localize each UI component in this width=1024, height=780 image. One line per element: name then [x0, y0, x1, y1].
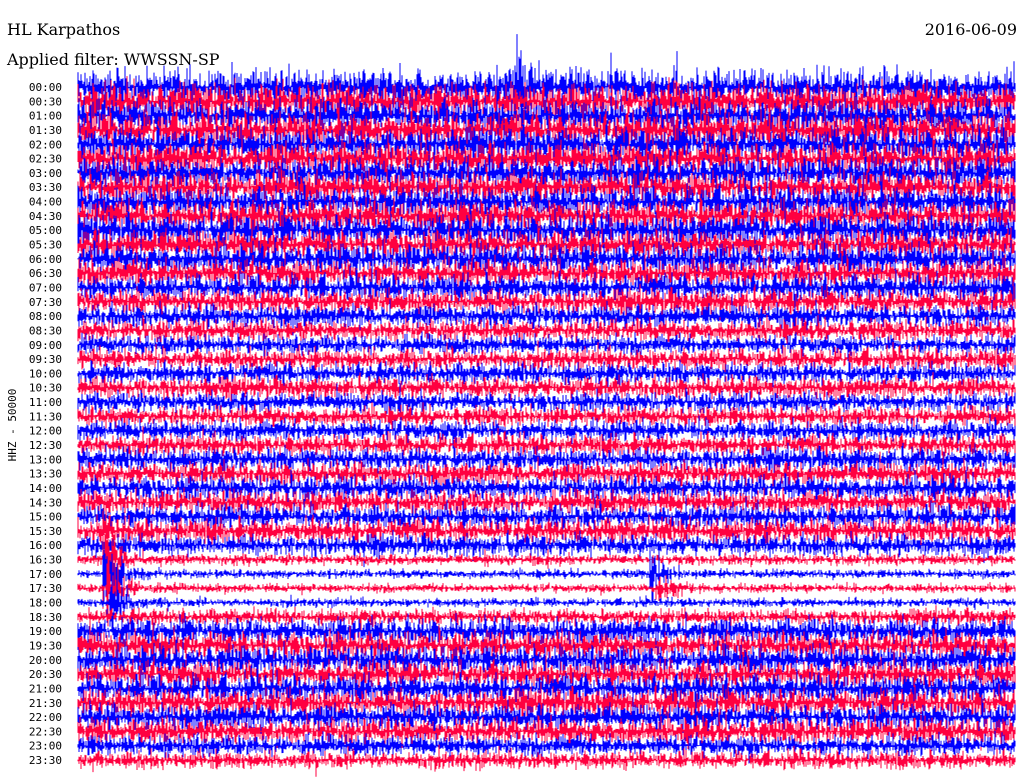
row-time-label: 19:30: [29, 639, 62, 652]
row-time-label: 07:30: [29, 296, 62, 309]
row-time-label: 04:30: [29, 210, 62, 223]
row-time-label: 01:00: [29, 110, 62, 123]
row-time-label: 22:00: [29, 711, 62, 724]
row-time-label: 12:30: [29, 439, 62, 452]
row-time-label: 01:30: [29, 124, 62, 137]
row-time-label: 11:00: [29, 396, 62, 409]
row-time-label: 18:00: [29, 597, 62, 610]
row-time-label: 16:00: [29, 539, 62, 552]
row-time-label: 10:30: [29, 382, 62, 395]
row-time-label: 03:00: [29, 167, 62, 180]
row-time-label: 07:00: [29, 281, 62, 294]
row-time-label: 08:30: [29, 324, 62, 337]
row-time-label: 18:30: [29, 611, 62, 624]
seismic-trace-1700: [77, 544, 1016, 623]
row-time-label: 02:30: [29, 153, 62, 166]
row-time-label: 14:00: [29, 482, 62, 495]
row-time-label: 06:30: [29, 267, 62, 280]
helicorder-plot: 00:0000:30 01:0001:3002:00 02:3003:0003:30…: [6, 34, 1016, 777]
row-time-label: 11:30: [29, 410, 62, 423]
row-time-label: 17:30: [29, 582, 62, 595]
row-time-label: 09:00: [29, 339, 62, 352]
row-time-label: 23:30: [29, 754, 62, 767]
row-time-label: 16:30: [29, 554, 62, 567]
row-time-label: 06:00: [29, 253, 62, 266]
row-time-label: 10:00: [29, 367, 62, 380]
row-time-label: 09:30: [29, 353, 62, 366]
row-time-label: 05:30: [29, 239, 62, 252]
row-time-label: 20:30: [29, 668, 62, 681]
row-time-label: 21:00: [29, 682, 62, 695]
row-time-label: 04:00: [29, 196, 62, 209]
row-time-label: 00:30: [29, 95, 62, 108]
row-time-label: 13:30: [29, 468, 62, 481]
row-time-label: 08:00: [29, 310, 62, 323]
row-time-label: 13:00: [29, 453, 62, 466]
row-time-label: 03:30: [29, 181, 62, 194]
row-time-label: 17:00: [29, 568, 62, 581]
row-time-label: 15:30: [29, 525, 62, 538]
row-time-label: 19:00: [29, 625, 62, 638]
row-time-label: 12:00: [29, 425, 62, 438]
row-time-label: 15:00: [29, 511, 62, 524]
row-time-label: 05:00: [29, 224, 62, 237]
row-time-label: 14:30: [29, 496, 62, 509]
row-time-label: 23:00: [29, 740, 62, 753]
row-time-label: 00:00: [29, 81, 62, 94]
y-axis-label: HHZ - 50000: [6, 389, 19, 462]
row-time-label: 21:30: [29, 697, 62, 710]
row-time-label: 20:00: [29, 654, 62, 667]
row-time-label: 22:30: [29, 725, 62, 738]
row-time-label: 02:00: [29, 138, 62, 151]
